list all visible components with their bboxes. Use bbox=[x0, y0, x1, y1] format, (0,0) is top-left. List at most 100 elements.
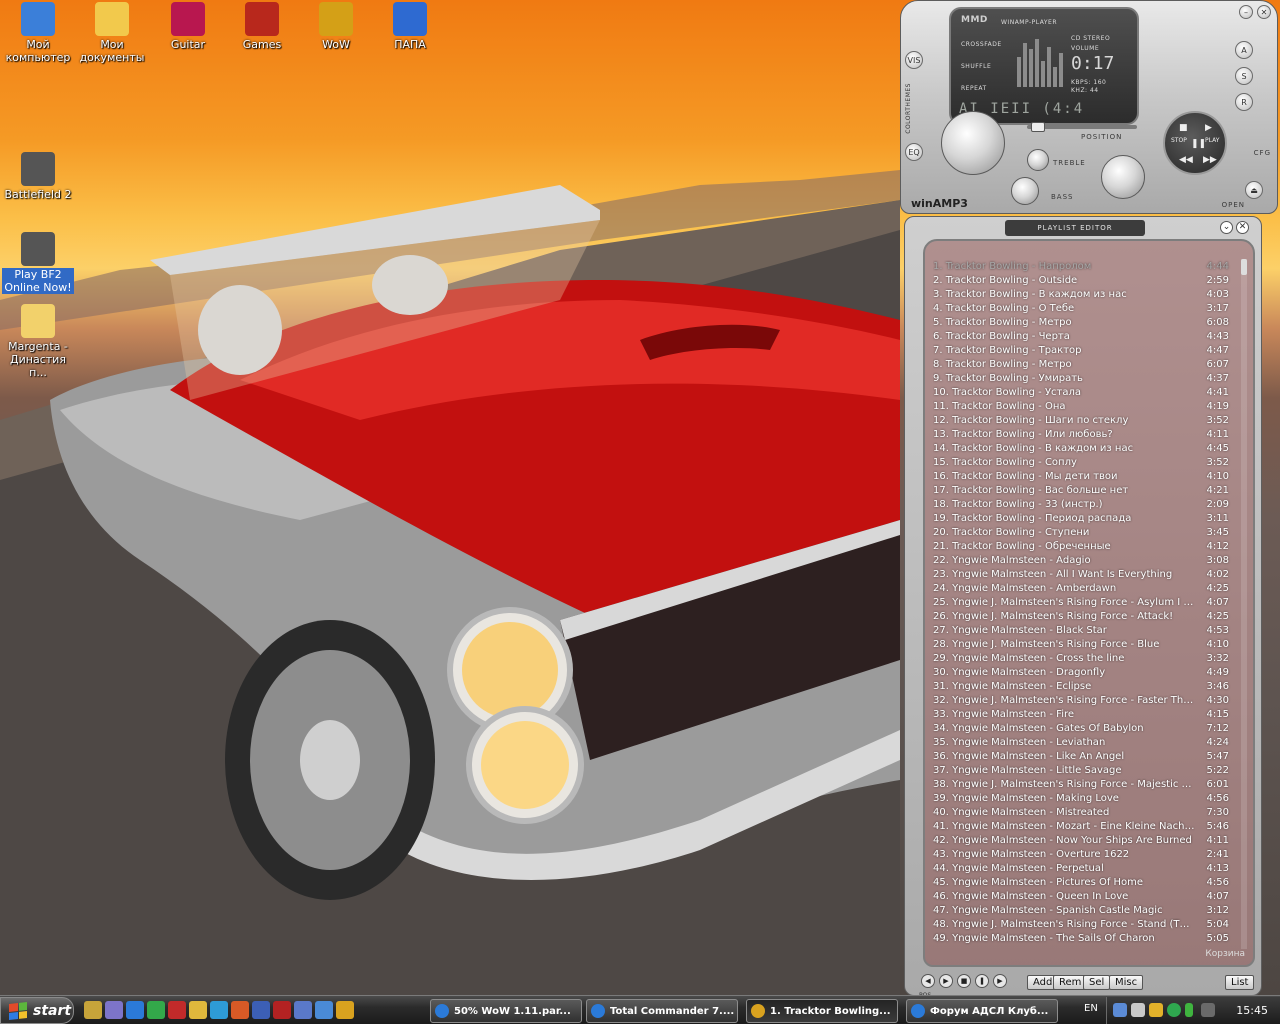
quicklaunch-network-icon[interactable] bbox=[315, 1001, 333, 1019]
playlist-track-row[interactable]: 38. Yngwie J. Malmsteen's Rising Force -… bbox=[925, 778, 1253, 792]
playlist-track-row[interactable]: 25. Yngwie J. Malmsteen's Rising Force -… bbox=[925, 596, 1253, 610]
quicklaunch-winamp-icon[interactable] bbox=[336, 1001, 354, 1019]
tray-app-icon[interactable] bbox=[1131, 1003, 1145, 1017]
quicklaunch-folder-icon[interactable] bbox=[189, 1001, 207, 1019]
vis-button[interactable]: VIS bbox=[905, 51, 923, 69]
desktop-icon[interactable]: Мой компьютер bbox=[0, 2, 76, 64]
next-button[interactable]: ▶▶ bbox=[1203, 155, 1217, 165]
taskbar-button[interactable]: 1. Tracktor Bowling... bbox=[746, 999, 898, 1023]
playlist-track-row[interactable]: 47. Yngwie Malmsteen - Spanish Castle Ma… bbox=[925, 904, 1253, 918]
playlist-track-row[interactable]: 48. Yngwie J. Malmsteen's Rising Force -… bbox=[925, 918, 1253, 932]
eq-button[interactable]: EQ bbox=[905, 143, 923, 161]
treble-knob[interactable] bbox=[1027, 149, 1049, 171]
playlist-track-row[interactable]: 27. Yngwie Malmsteen - Black Star 4:53 bbox=[925, 624, 1253, 638]
playlist-close-button[interactable]: ✕ bbox=[1236, 221, 1249, 234]
playlist-play-button[interactable]: ▶ bbox=[939, 974, 953, 988]
quicklaunch-desktop-icon[interactable] bbox=[105, 1001, 123, 1019]
list-button[interactable]: List bbox=[1225, 975, 1255, 990]
playlist-shade-button[interactable]: ⌄ bbox=[1220, 221, 1233, 234]
tray-volume-icon[interactable] bbox=[1201, 1003, 1215, 1017]
playlist-track-row[interactable]: 6. Tracktor Bowling - Черта 4:43 bbox=[925, 330, 1253, 344]
desktop-icon[interactable]: WoW bbox=[298, 2, 374, 51]
playlist-track-row[interactable]: 21. Tracktor Bowling - Обреченные 4:12 bbox=[925, 540, 1253, 554]
desktop-icon[interactable]: Games bbox=[224, 2, 300, 51]
quicklaunch-app-icon[interactable] bbox=[84, 1001, 102, 1019]
playlist-track-row[interactable]: 41. Yngwie Malmsteen - Mozart - Eine Kle… bbox=[925, 820, 1253, 834]
taskbar-button[interactable]: Total Commander 7.... bbox=[586, 999, 738, 1023]
playlist-toggle-button[interactable] bbox=[941, 111, 1005, 175]
playlist-track-row[interactable]: 2. Tracktor Bowling - Outside 2:59 bbox=[925, 274, 1253, 288]
language-indicator[interactable]: EN bbox=[1084, 1003, 1098, 1014]
play-button[interactable]: ▶ bbox=[1205, 123, 1212, 133]
playlist-stop-button[interactable]: ■ bbox=[957, 974, 971, 988]
playlist-track-row[interactable]: 28. Yngwie J. Malmsteen's Rising Force -… bbox=[925, 638, 1253, 652]
playlist-track-list[interactable]: 1. Tracktor Bowling - Напролом 4:44 2. Tra… bbox=[923, 239, 1255, 967]
repeat-button[interactable]: R bbox=[1235, 93, 1253, 111]
desktop-icon[interactable]: ПАПА bbox=[372, 2, 448, 51]
desktop-icon[interactable]: Play BF2 Online Now! bbox=[0, 232, 76, 294]
playlist-track-row[interactable]: 40. Yngwie Malmsteen - Mistreated 7:30 bbox=[925, 806, 1253, 820]
pause-button[interactable]: ❚❚ bbox=[1191, 139, 1206, 149]
playlist-track-row[interactable]: 17. Tracktor Bowling - Вас больше нет 4:2… bbox=[925, 484, 1253, 498]
quicklaunch-window-icon[interactable] bbox=[294, 1001, 312, 1019]
desktop-icon[interactable]: Margenta - Династия п... bbox=[0, 304, 76, 379]
quicklaunch-butterfly-icon[interactable] bbox=[210, 1001, 228, 1019]
close-button[interactable]: ✕ bbox=[1257, 5, 1271, 19]
playlist-track-row[interactable]: 15. Tracktor Bowling - Соплу 3:52 bbox=[925, 456, 1253, 470]
playlist-track-row[interactable]: 39. Yngwie Malmsteen - Making Love 4:56 bbox=[925, 792, 1253, 806]
playlist-track-row[interactable]: 45. Yngwie Malmsteen - Pictures Of Home 4… bbox=[925, 876, 1253, 890]
start-button[interactable]: start bbox=[0, 997, 74, 1024]
position-thumb[interactable] bbox=[1031, 122, 1045, 132]
quicklaunch-green-icon[interactable] bbox=[147, 1001, 165, 1019]
playlist-track-row[interactable]: 20. Tracktor Bowling - Ступени 3:45 bbox=[925, 526, 1253, 540]
playlist-track-row[interactable]: 8. Tracktor Bowling - Метро 6:07 bbox=[925, 358, 1253, 372]
playlist-track-row[interactable]: 22. Yngwie Malmsteen - Adagio 3:08 bbox=[925, 554, 1253, 568]
playlist-track-row[interactable]: 1. Tracktor Bowling - Напролом 4:44 bbox=[925, 260, 1253, 274]
shuffle-button[interactable]: S bbox=[1235, 67, 1253, 85]
playlist-track-row[interactable]: 46. Yngwie Malmsteen - Queen In Love 4:07 bbox=[925, 890, 1253, 904]
desktop-icon[interactable]: Battlefield 2 bbox=[0, 152, 76, 201]
playlist-pause-button[interactable]: ❚ bbox=[975, 974, 989, 988]
playlist-scrollbar[interactable] bbox=[1241, 259, 1247, 949]
playlist-track-row[interactable]: 10. Tracktor Bowling - Устала 4:41 bbox=[925, 386, 1253, 400]
previous-button[interactable]: ◀◀ bbox=[1179, 155, 1193, 165]
playlist-track-row[interactable]: 3. Tracktor Bowling - В каждом из нас 4:0… bbox=[925, 288, 1253, 302]
tray-sync-icon[interactable] bbox=[1167, 1003, 1181, 1017]
network-tray-icon[interactable] bbox=[1113, 1003, 1127, 1017]
playlist-track-row[interactable]: 33. Yngwie Malmsteen - Fire 4:15 bbox=[925, 708, 1253, 722]
playlist-prev-button[interactable]: ◀ bbox=[921, 974, 935, 988]
quicklaunch-player-icon[interactable] bbox=[231, 1001, 249, 1019]
select-button[interactable]: Sel bbox=[1083, 975, 1111, 990]
desktop-icon[interactable]: Мои документы bbox=[74, 2, 150, 64]
bass-knob[interactable] bbox=[1011, 177, 1039, 205]
playlist-track-row[interactable]: 34. Yngwie Malmsteen - Gates Of Babylon 7… bbox=[925, 722, 1253, 736]
playlist-track-row[interactable]: 11. Tracktor Bowling - Она 4:19 bbox=[925, 400, 1253, 414]
playlist-track-row[interactable]: 24. Yngwie Malmsteen - Amberdawn 4:25 bbox=[925, 582, 1253, 596]
internet-explorer-icon[interactable] bbox=[126, 1001, 144, 1019]
playlist-track-row[interactable]: 37. Yngwie Malmsteen - Little Savage 5:22 bbox=[925, 764, 1253, 778]
position-slider[interactable] bbox=[1027, 122, 1137, 132]
playlist-track-row[interactable]: 29. Yngwie Malmsteen - Cross the line 3:3… bbox=[925, 652, 1253, 666]
playlist-track-row[interactable]: 7. Tracktor Bowling - Трактор 4:47 bbox=[925, 344, 1253, 358]
playlist-track-row[interactable]: 12. Tracktor Bowling - Шаги по стеклу 3:5… bbox=[925, 414, 1253, 428]
playlist-track-row[interactable]: 35. Yngwie Malmsteen - Leviathan 4:24 bbox=[925, 736, 1253, 750]
volume-knob[interactable] bbox=[1101, 155, 1145, 199]
playlist-track-row[interactable]: 43. Yngwie Malmsteen - Overture 1622 2:41 bbox=[925, 848, 1253, 862]
taskbar-button[interactable]: 50% WoW 1.11.par... bbox=[430, 999, 582, 1023]
taskbar-button[interactable]: Форум АДСЛ Клуб... bbox=[906, 999, 1058, 1023]
playlist-track-row[interactable]: 16. Tracktor Bowling - Мы дети твои 4:10 bbox=[925, 470, 1253, 484]
misc-button[interactable]: Misc bbox=[1109, 975, 1144, 990]
playlist-track-row[interactable]: 26. Yngwie J. Malmsteen's Rising Force -… bbox=[925, 610, 1253, 624]
playlist-track-row[interactable]: 13. Tracktor Bowling - Или любовь? 4:11 bbox=[925, 428, 1253, 442]
playlist-next-button[interactable]: ▶ bbox=[993, 974, 1007, 988]
quicklaunch-record-icon[interactable] bbox=[168, 1001, 186, 1019]
minimize-button[interactable]: – bbox=[1239, 5, 1253, 19]
playlist-track-row[interactable]: 5. Tracktor Bowling - Метро 6:08 bbox=[925, 316, 1253, 330]
playlist-track-row[interactable]: 19. Tracktor Bowling - Период распада 3:1… bbox=[925, 512, 1253, 526]
playlist-track-row[interactable]: 42. Yngwie Malmsteen - Now Your Ships Ar… bbox=[925, 834, 1253, 848]
playlist-track-row[interactable]: 44. Yngwie Malmsteen - Perpetual 4:13 bbox=[925, 862, 1253, 876]
stop-button[interactable]: ■ bbox=[1179, 123, 1188, 133]
winamp-main-window[interactable]: VIS COLORTHEMES EQ MMD WINAMP-PLAYER CRO… bbox=[900, 0, 1278, 214]
tray-utility-icon[interactable] bbox=[1149, 1003, 1163, 1017]
always-on-top-button[interactable]: A bbox=[1235, 41, 1253, 59]
